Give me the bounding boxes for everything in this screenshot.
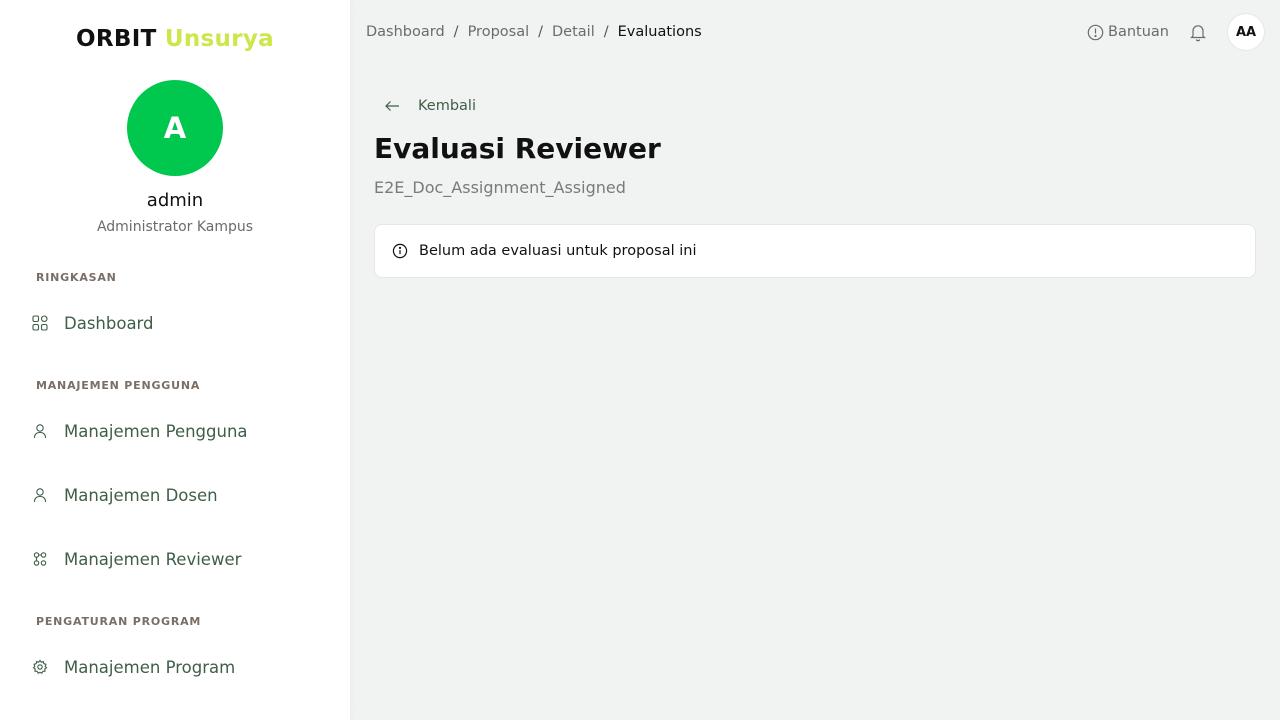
brand-name: ORBIT [76,26,157,52]
back-label: Kembali [418,98,476,114]
breadcrumb-item-current: Evaluations [617,24,702,40]
breadcrumb-separator: / [603,24,609,40]
breadcrumb-separator: / [453,24,459,40]
users-network-icon [28,547,52,571]
empty-state-alert: Belum ada evaluasi untuk proposal ini [374,224,1256,278]
help-label: Bantuan [1108,24,1169,40]
sidebar-item-label: Manajemen Reviewer [64,549,242,569]
section-label-ringkasan: RINGKASAN [36,271,117,284]
user-name: admin [146,190,204,211]
breadcrumb-item-dashboard[interactable]: Dashboard [366,24,445,40]
user-role: Administrator Kampus [96,219,254,235]
notification-bell-icon[interactable] [1187,21,1209,43]
sidebar-item-manajemen-pengguna[interactable]: Manajemen Pengguna [28,411,328,451]
grid-icon [28,311,52,335]
info-circle-icon [1087,24,1104,41]
section-label-manajemen-pengguna: MANAJEMEN PENGGUNA [36,379,201,392]
brand-logo[interactable]: ORBIT Unsurya [0,26,350,52]
sidebar-item-label: Manajemen Program [64,657,236,677]
user-avatar: A [127,80,223,176]
sidebar-item-dashboard[interactable]: Dashboard [28,303,328,343]
brand-suffix: Unsurya [164,26,274,52]
user-menu-avatar[interactable]: AA [1227,13,1265,51]
user-icon [28,419,52,443]
page-title: Evaluasi Reviewer [374,132,661,165]
sidebar-item-manajemen-program[interactable]: Manajemen Program [28,647,328,687]
gear-icon [28,655,52,679]
sidebar-item-label: Dashboard [64,313,154,333]
sidebar-item-label: Manajemen Dosen [64,485,218,505]
arrow-left-icon [384,100,404,112]
info-circle-icon [392,243,408,259]
sidebar-item-label: Manajemen Pengguna [64,421,248,441]
sidebar-item-manajemen-dosen[interactable]: Manajemen Dosen [28,475,328,515]
breadcrumb-item-proposal[interactable]: Proposal [468,24,530,40]
sidebar: ORBIT Unsurya A admin Administrator Kamp… [0,0,350,720]
user-icon [28,483,52,507]
breadcrumb-item-detail[interactable]: Detail [552,24,595,40]
help-button[interactable]: Bantuan [1087,22,1169,42]
back-button[interactable]: Kembali [384,95,476,117]
breadcrumb-separator: / [538,24,544,40]
sidebar-item-manajemen-reviewer[interactable]: Manajemen Reviewer [28,539,328,579]
page-subtitle: E2E_Doc_Assignment_Assigned [374,178,626,197]
breadcrumb: Dashboard / Proposal / Detail / Evaluati… [366,22,702,42]
section-label-pengaturan-program: PENGATURAN PROGRAM [36,615,202,628]
alert-message: Belum ada evaluasi untuk proposal ini [419,243,697,259]
